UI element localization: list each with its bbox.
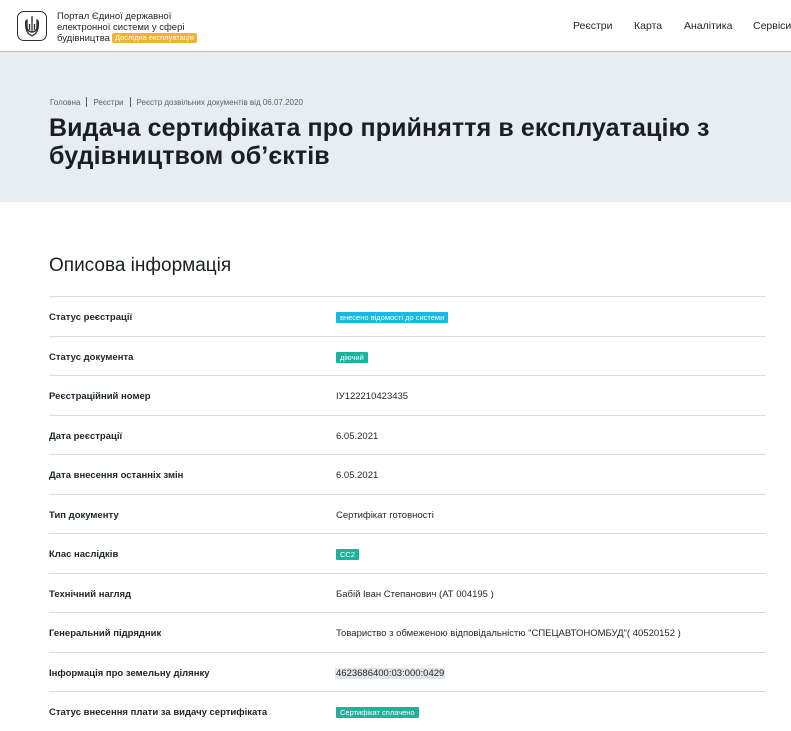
info-row: Статус документа діючий (49, 335, 766, 376)
info-row: Інформація про земельну ділянку 462368640… (49, 651, 766, 692)
portal-title[interactable]: Портал Єдиної державної електронної сист… (57, 11, 227, 45)
page-title: Видача сертифіката про прийняття в експл… (49, 114, 710, 170)
nav-services[interactable]: Сервіси (753, 20, 791, 32)
info-row-label: Клас наслідків (49, 549, 119, 560)
coat-of-arms-icon[interactable] (17, 11, 47, 41)
info-row-value: Бабій Іван Степанович (АТ 004195 ) (336, 588, 494, 600)
status-badge: діючий (336, 351, 368, 363)
nav-registries[interactable]: Реєстри (573, 20, 613, 32)
info-row: Генеральний підрядник Товариство з обмеже… (49, 612, 766, 652)
page-hero: Головна Реєстри Реєстр дозвільних документ… (0, 52, 791, 202)
info-row: Статус внесення плати за видачу сертифік… (49, 691, 766, 731)
info-row-label: Статус реєстрації (49, 312, 133, 323)
status-badge: СС2 (336, 549, 360, 560)
breadcrumb-home[interactable]: Головна (50, 98, 80, 107)
info-row-label: Генеральний підрядник (49, 628, 162, 639)
info-row-value: Товариство з обмеженою відповідальністю … (336, 628, 681, 639)
breadcrumb-registries[interactable]: Реєстри (93, 98, 123, 107)
beta-badge: Дослідна експлуатація (111, 33, 197, 43)
section-title: Описова інформація (49, 255, 232, 276)
info-row-label: Дата внесення останніх змін (49, 470, 184, 481)
breadcrumb-separator (86, 97, 88, 107)
status-badge: Сертифікат сплачено (336, 707, 419, 718)
info-row-label: Технічний нагляд (49, 588, 132, 600)
status-badge: внесено відомості до системи (336, 312, 449, 323)
info-table: Статус реєстрації внесено відомості до си… (49, 296, 766, 731)
breadcrumb-separator (129, 97, 131, 107)
nav-map[interactable]: Карта (634, 20, 662, 32)
info-row: Технічний нагляд Бабій Іван Степанович (А… (49, 572, 766, 613)
info-row: Тип документу Сертифікат готовності (49, 493, 766, 534)
info-row: Дата внесення останніх змін 6.05.2021 (49, 454, 766, 494)
info-row-label: Тип документу (49, 509, 119, 521)
info-row-value: 6.05.2021 (336, 470, 379, 481)
info-row-value: ІУ122210423435 (336, 391, 409, 402)
info-row-label: Статус документа (49, 351, 134, 363)
info-row-value: 6.05.2021 (336, 430, 379, 442)
site-header: Портал Єдиної державної електронної сист… (0, 0, 791, 52)
info-row-label: Дата реєстрації (49, 430, 123, 442)
breadcrumb: Головна Реєстри Реєстр дозвільних документ… (50, 97, 303, 107)
info-row-label: Інформація про земельну ділянку (49, 667, 210, 679)
info-row-value: Сертифікат готовності (336, 509, 434, 521)
breadcrumb-current[interactable]: Реєстр дозвільних документів від 06.07.2… (137, 98, 303, 107)
info-row: Статус реєстрації внесено відомості до си… (49, 296, 766, 336)
info-row-value: 4623686400:03:000:0429 (335, 667, 446, 679)
info-row: Клас наслідків СС2 (49, 533, 766, 573)
info-row-label: Реєстраційний номер (49, 391, 151, 402)
nav-analytics[interactable]: Аналітика (684, 20, 732, 32)
info-row: Дата реєстрації 6.05.2021 (49, 414, 766, 455)
info-row: Реєстраційний номер ІУ122210423435 (49, 375, 766, 415)
info-row-label: Статус внесення плати за видачу сертифік… (49, 707, 268, 718)
